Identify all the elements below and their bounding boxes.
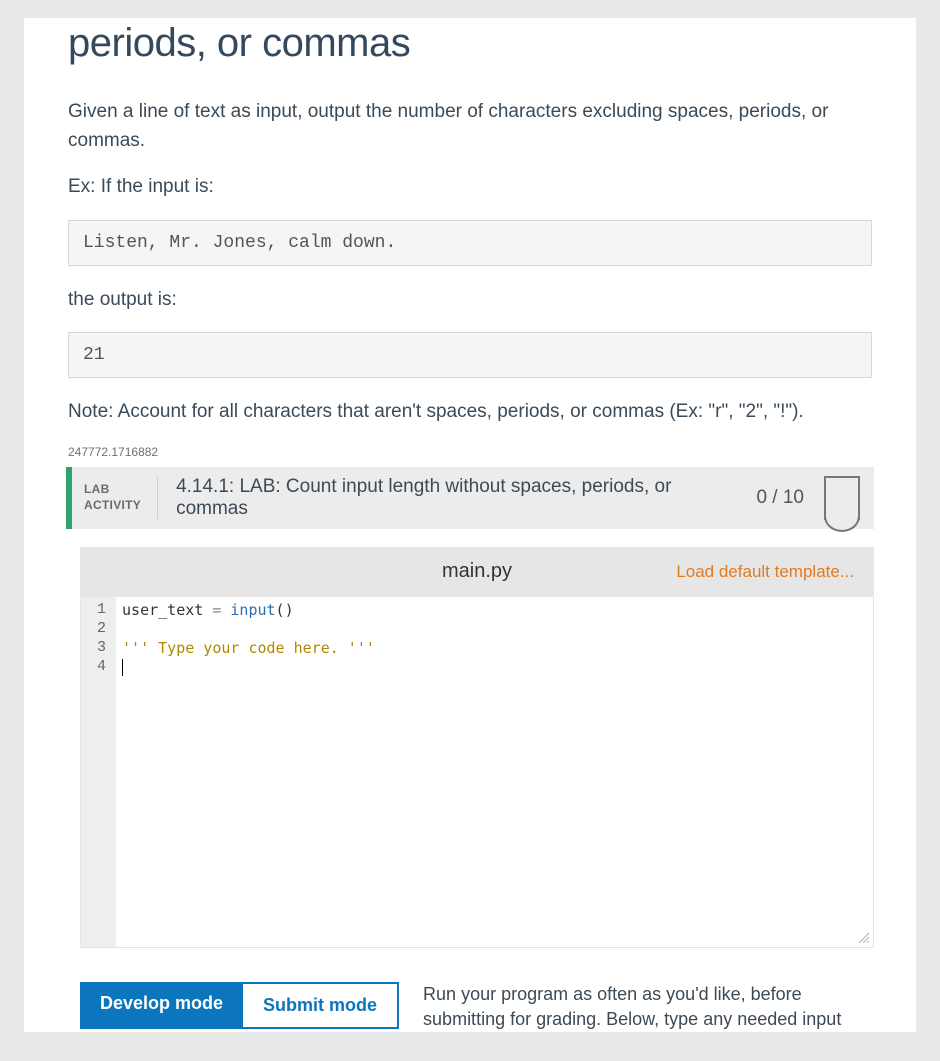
- code-line[interactable]: [122, 620, 865, 639]
- mode-tabs: Develop mode Submit mode: [80, 982, 399, 1029]
- resize-grip-icon[interactable]: [857, 931, 869, 943]
- example-input-box: Listen, Mr. Jones, calm down.: [68, 220, 872, 266]
- line-number: 3: [97, 639, 106, 658]
- lab-activity-panel: LABACTIVITY 4.14.1: LAB: Count input len…: [66, 467, 874, 1032]
- editor-filename: main.py: [442, 560, 512, 583]
- code-line[interactable]: [122, 658, 865, 677]
- editor-titlebar: main.py Load default template...: [80, 547, 874, 597]
- line-number: 4: [97, 658, 106, 677]
- lab-score: 0 / 10: [742, 467, 818, 529]
- code-editor[interactable]: 1 2 3 4 user_text = input() ''' Type you…: [80, 597, 874, 948]
- code-area[interactable]: user_text = input() ''' Type your code h…: [116, 597, 873, 947]
- reference-id: 247772.1716882: [68, 445, 872, 459]
- mode-description: Run your program as often as you'd like,…: [423, 982, 874, 1032]
- line-number: 2: [97, 620, 106, 639]
- code-line[interactable]: ''' Type your code here. ''': [122, 639, 865, 658]
- code-editor-wrap: main.py Load default template... 1 2 3 4…: [80, 547, 874, 948]
- example-output-box: 21: [68, 332, 872, 378]
- problem-note: Note: Account for all characters that ar…: [68, 398, 872, 427]
- output-label: the output is:: [68, 286, 872, 315]
- lab-activity-label: LABACTIVITY: [84, 482, 141, 513]
- example-prompt-label: Ex: If the input is:: [68, 173, 872, 202]
- line-number: 1: [97, 601, 106, 620]
- load-default-template-link[interactable]: Load default template...: [676, 562, 854, 582]
- line-number-gutter: 1 2 3 4: [81, 597, 116, 947]
- mode-row: Develop mode Submit mode Run your progra…: [80, 982, 874, 1032]
- problem-intro: Given a line of text as input, output th…: [68, 98, 872, 155]
- submit-mode-tab[interactable]: Submit mode: [243, 982, 399, 1029]
- develop-mode-tab[interactable]: Develop mode: [80, 982, 243, 1029]
- text-cursor: [122, 659, 123, 676]
- lab-title: 4.14.1: LAB: Count input length without …: [158, 467, 742, 529]
- code-line[interactable]: user_text = input(): [122, 601, 865, 620]
- shield-icon: [824, 476, 860, 520]
- lab-header: LABACTIVITY 4.14.1: LAB: Count input len…: [66, 467, 874, 529]
- assignment-title: periods, or commas: [68, 18, 872, 68]
